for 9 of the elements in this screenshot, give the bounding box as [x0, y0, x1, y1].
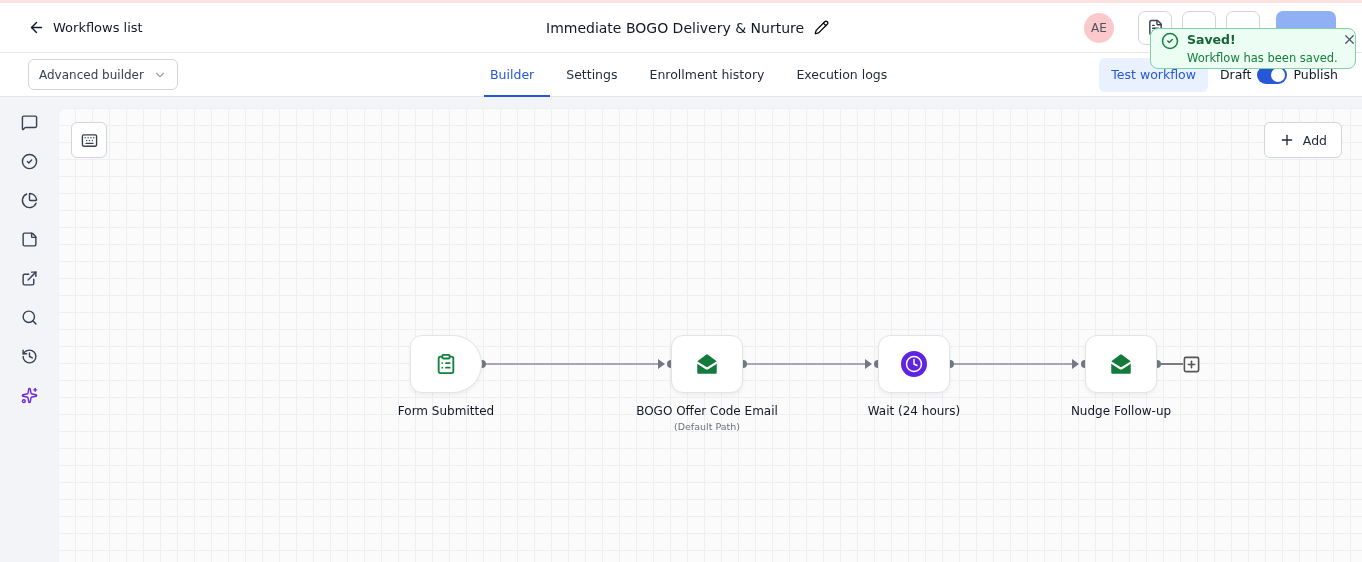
toggle-label: Draft [1219, 67, 1252, 82]
node-label: BOGO Offer Code Email [636, 404, 778, 418]
toast-title: Saved! [1187, 32, 1237, 49]
node-sublabel: (Default Path) [674, 421, 740, 432]
workflow-title: Immediate BOGO Delivery & Nurture [546, 19, 805, 36]
node-label: Nudge Follow-up [1070, 404, 1172, 418]
toggle-label: Publish [1293, 67, 1338, 82]
node-label: Form Submitted [397, 404, 495, 418]
node-label: Wait (24 hours) [867, 404, 961, 418]
